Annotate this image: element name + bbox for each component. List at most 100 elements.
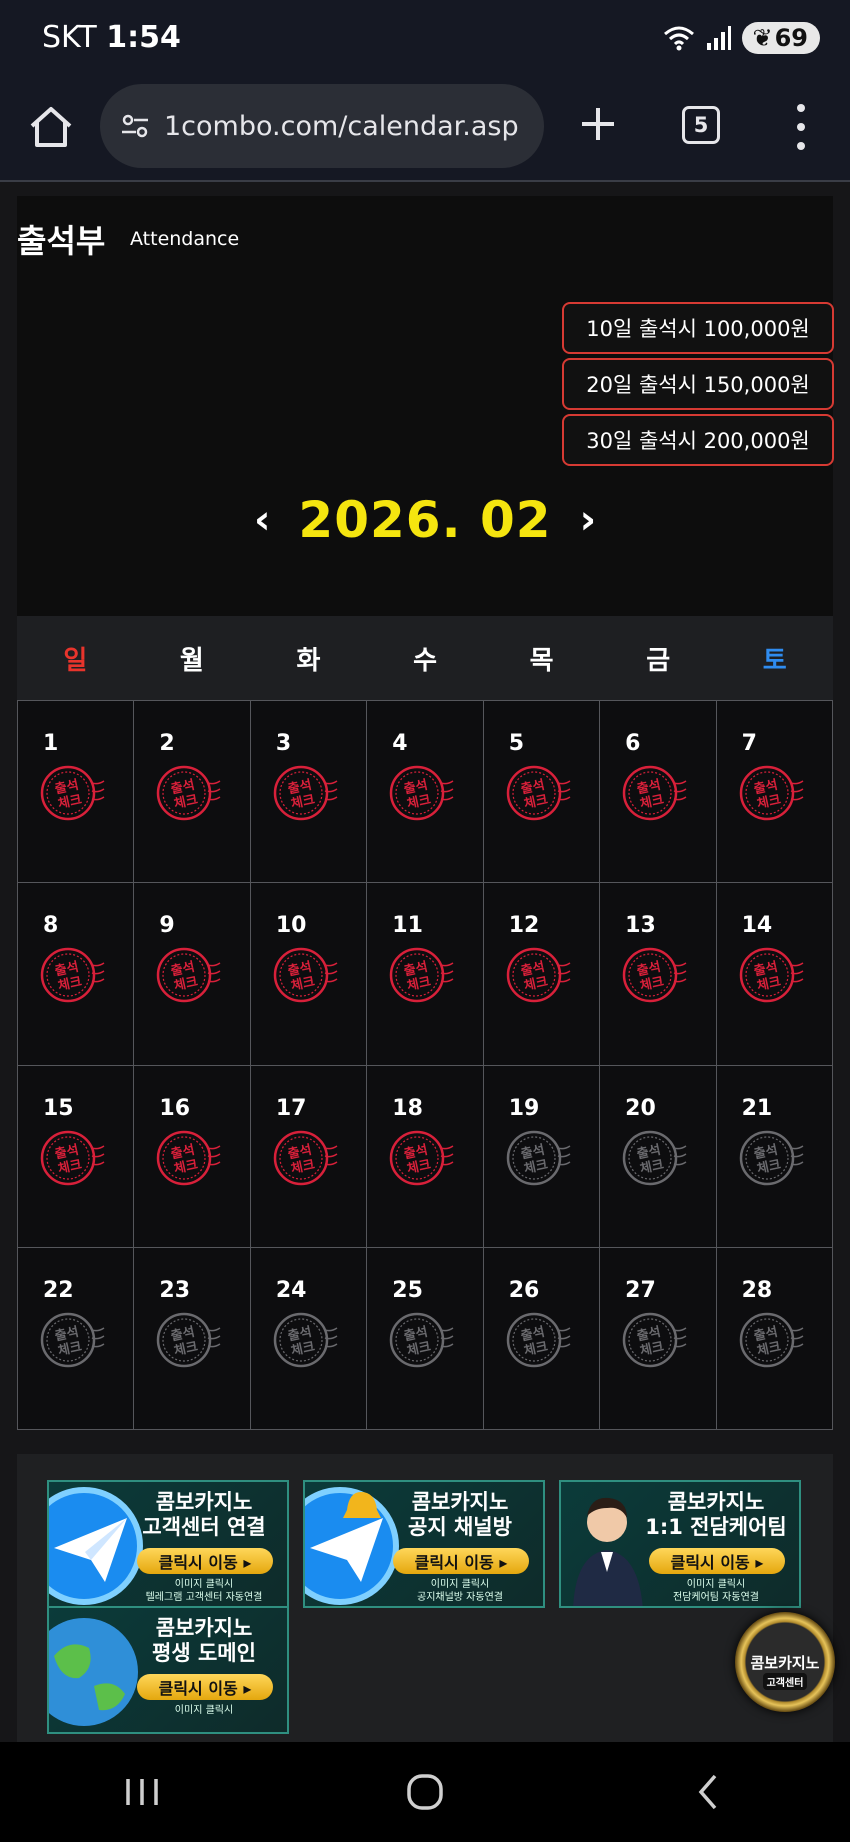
site-settings-icon[interactable] (120, 111, 150, 141)
day-number: 7 (741, 731, 757, 756)
wifi-icon (664, 26, 695, 51)
calendar-day-cell[interactable]: 22 출석 체크 (18, 1247, 135, 1430)
calendar-day-cell[interactable]: 23 출석 체크 (134, 1247, 251, 1430)
attendance-stamp-checked-icon: 출석체크 (739, 765, 803, 821)
calendar-day-cell[interactable]: 1 출석 체크 (18, 701, 135, 884)
day-number: 5 (508, 731, 525, 756)
status-icons: ❦ 69 (662, 22, 820, 54)
reward-10-days: 10일 출석시 100,000원 (562, 302, 834, 354)
more-menu-icon[interactable] (784, 98, 818, 156)
clock: 1:54 (106, 20, 181, 55)
calendar-day-cell[interactable]: 6 출석 체크 (600, 701, 717, 884)
leaf-icon: ❦ (752, 24, 773, 52)
weekday-header: 일월화수목금토 (17, 616, 833, 700)
day-number: 24 (275, 1277, 307, 1303)
tab-switcher-button[interactable]: 5 (682, 106, 720, 144)
calendar-day-cell[interactable]: 11 출석 체크 (367, 883, 484, 1066)
prev-month-icon[interactable]: ‹ (254, 500, 270, 540)
attendance-stamp-checked-icon: 출석체크 (40, 1130, 105, 1185)
day-number: 11 (392, 913, 423, 939)
calendar-day-cell[interactable]: 13 출석 체크 (600, 883, 717, 1066)
weekday-label: 화 (296, 645, 321, 676)
banner-click-button[interactable]: 클릭시 이동 ▸ (137, 1674, 273, 1700)
calendar-day-cell[interactable]: 3 출석 체크 (250, 701, 368, 884)
calendar-day-cell[interactable]: 19 출석 체크 (483, 1065, 601, 1248)
attendance-stamp-checked-icon: 출석체크 (622, 765, 687, 821)
attendance-stamp-checked-icon: 출석체크 (739, 948, 803, 1003)
calendar-day-cell[interactable]: 4 출석 체크 (367, 701, 484, 884)
day-number: 26 (508, 1277, 540, 1303)
calendar-day-cell[interactable]: 20 출석 체크 (600, 1065, 717, 1248)
banner-domain[interactable]: 콤보카지노 평생 도메인 클릭시 이동 ▸ 이미지 클릭시 (47, 1606, 289, 1734)
attendance-stamp-empty-icon: 출석체크 (506, 1130, 571, 1185)
attendance-stamp-empty-icon: 출석체크 (40, 1312, 105, 1367)
day-number: 22 (43, 1277, 74, 1303)
attendance-stamp-checked-icon: 출석체크 (157, 948, 221, 1003)
calendar-day-cell[interactable]: 8 출석 체크 (18, 883, 135, 1066)
banner-title: 콤보카지노 고객센터 연결 (142, 1490, 266, 1540)
banner-title: 콤보카지노 공지 채널방 (408, 1490, 512, 1540)
banner-title: 콤보카지노 평생 도메인 (152, 1616, 256, 1666)
weekday-label: 금 (646, 645, 671, 676)
new-tab-icon[interactable] (576, 102, 620, 146)
weekday-label: 토 (762, 645, 787, 676)
attendance-stamp-checked-icon: 출석체크 (40, 948, 105, 1003)
banner-click-button[interactable]: 클릭시 이동 ▸ (137, 1548, 273, 1574)
day-number: 12 (508, 913, 540, 939)
calendar-day-cell[interactable]: 2 출석 체크 (134, 701, 251, 884)
calendar-day-cell[interactable]: 14 출석 체크 (716, 883, 833, 1066)
recent-apps-icon[interactable] (97, 1762, 187, 1822)
attendance-stamp-checked-icon: 출석체크 (40, 765, 105, 821)
next-month-icon[interactable]: › (580, 500, 596, 540)
calendar-day-cell[interactable]: 21 출석 체크 (716, 1065, 833, 1248)
calendar-day-cell[interactable]: 18 출석 체크 (367, 1065, 484, 1248)
page-title: 출석부 (17, 222, 106, 260)
attendance-stamp-checked-icon: 출석체크 (273, 948, 338, 1003)
banner-click-button[interactable]: 클릭시 이동 ▸ (393, 1548, 529, 1574)
attendance-stamp-checked-icon: 출석체크 (390, 765, 454, 821)
calendar-day-cell[interactable]: 15 출석 체크 (18, 1065, 135, 1248)
banner-customer-center[interactable]: 콤보카지노 고객센터 연결 클릭시 이동 ▸ 이미지 클릭시 텔레그램 고객센터 자… (47, 1480, 289, 1608)
day-number: 20 (625, 1095, 656, 1121)
banner-notice-channel[interactable]: 콤보카지노 공지 채널방 클릭시 이동 ▸ 이미지 클릭시 공지채널방 자동연결 (303, 1480, 545, 1608)
signal-icon (707, 26, 732, 50)
calendar-day-cell[interactable]: 16 출석 체크 (134, 1065, 251, 1248)
status-time: SKT 1:54 (42, 20, 181, 55)
attendance-header: 출석부 Attendance 10일 출석시 100,000원 20일 출석시 … (17, 196, 834, 616)
url-text[interactable]: 1combo.com/calendar.asp (164, 111, 519, 142)
attendance-stamp-checked-icon: 출석체크 (273, 1130, 338, 1185)
month-navigator: ‹ 2026. 02 › (17, 490, 833, 550)
banner-click-button[interactable]: 클릭시 이동 ▸ (649, 1548, 785, 1574)
month-label: 2026. 02 (298, 491, 552, 549)
attendance-stamp-checked-icon: 출석체크 (157, 765, 221, 821)
calendar-day-cell[interactable]: 28 출석 체크 (716, 1247, 833, 1430)
attendance-stamp-checked-icon: 출석체크 (506, 765, 571, 821)
home-icon[interactable] (24, 100, 78, 154)
page-content: 출석부 Attendance 10일 출석시 100,000원 20일 출석시 … (0, 182, 850, 1742)
home-nav-icon[interactable] (380, 1762, 470, 1822)
calendar-day-cell[interactable]: 27 출석 체크 (600, 1247, 717, 1430)
calendar-day-cell[interactable]: 9 출석 체크 (134, 883, 251, 1066)
calendar-day-cell[interactable]: 25 출석 체크 (367, 1247, 484, 1430)
calendar-day-cell[interactable]: 17 출석 체크 (250, 1065, 368, 1248)
customer-center-badge[interactable]: 콤보카지노 고객센터 (735, 1612, 835, 1712)
weekday-label: 목 (529, 645, 554, 676)
calendar-day-cell[interactable]: 12 출석 체크 (483, 883, 601, 1066)
badge-title: 콤보카지노 (750, 1654, 820, 1672)
calendar-day-cell[interactable]: 26 출석 체크 (483, 1247, 601, 1430)
calendar-day-cell[interactable]: 5 출석 체크 (483, 701, 601, 884)
day-number: 1 (43, 731, 59, 756)
attendance-stamp-empty-icon: 출석체크 (506, 1312, 571, 1367)
address-bar[interactable]: 1combo.com/calendar.asp (100, 84, 544, 168)
calendar-day-cell[interactable]: 24 출석 체크 (250, 1247, 368, 1430)
back-icon[interactable] (663, 1762, 753, 1822)
banner-note: 이미지 클릭시 (174, 1705, 234, 1716)
status-bar: SKT 1:54 ❦ 69 (0, 0, 850, 80)
day-number: 14 (741, 913, 773, 939)
banner-care-team[interactable]: 콤보카지노 1:1 전담케어팀 클릭시 이동 ▸ 이미지 클릭시 전담케어팀 자동연… (559, 1480, 801, 1608)
banner-note: 이미지 클릭시 공지채널방 자동연결 (417, 1579, 503, 1603)
reward-20-days: 20일 출석시 150,000원 (562, 358, 834, 410)
banner-area: 콤보카지노 고객센터 연결 클릭시 이동 ▸ 이미지 클릭시 텔레그램 고객센터 자… (17, 1454, 833, 1742)
calendar-day-cell[interactable]: 10 출석 체크 (250, 883, 368, 1066)
calendar-day-cell[interactable]: 7 출석 체크 (716, 701, 833, 884)
